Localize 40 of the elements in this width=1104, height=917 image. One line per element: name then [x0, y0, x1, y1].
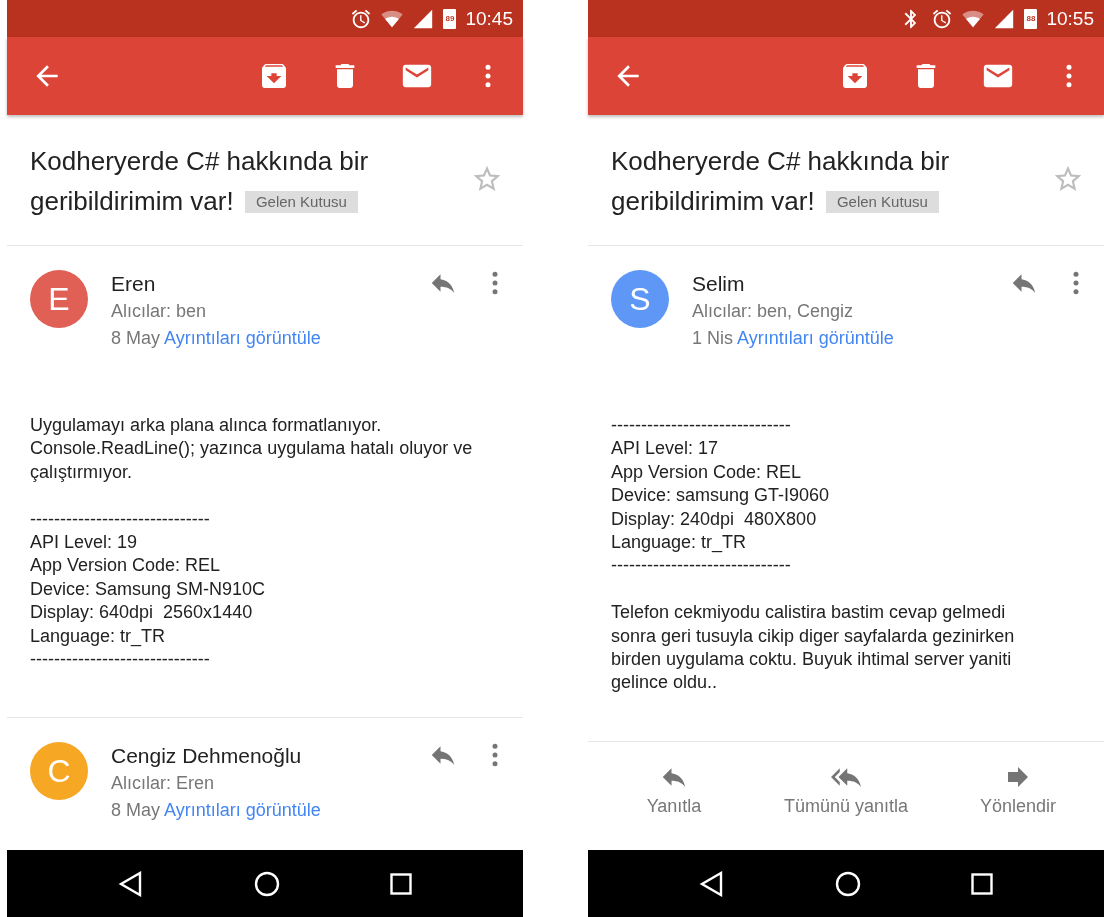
home-nav-icon[interactable] — [835, 870, 861, 897]
avatar: S — [611, 270, 669, 328]
message-paragraph: Telefon cekmiyodu calistira bastim cevap gelmedi sonra geri tusuyla cikip diger sayfalarda gezinirken birden uygulama coktu. Buyuk ihtimal server yaniti gelince oldu.. — [611, 601, 1016, 695]
alarm-icon — [350, 7, 373, 30]
signal-icon — [412, 7, 435, 30]
recents-nav-icon[interactable] — [971, 872, 993, 895]
status-time: 10:55 — [1046, 7, 1094, 30]
email-subject: Kodheryerde C# hakkında bir geribildirimim var! Gelen Kutusu — [30, 145, 370, 218]
home-nav-icon[interactable] — [254, 870, 280, 897]
sender-name: Eren — [111, 271, 157, 297]
sender-name: Selim — [692, 271, 746, 297]
signal-icon — [993, 7, 1016, 30]
recipients: Alıcılar: Eren — [111, 772, 216, 796]
battery-icon: 89 — [443, 8, 457, 29]
message-paragraph: ------------------------------ API Level: 17 App Version Code: REL Device: samsung GT-I9060 Display: 240dpi 480X800 Language: tr_TR ------------------------------ — [611, 414, 831, 578]
back-nav-icon[interactable] — [699, 870, 725, 897]
sender-name: Cengiz Dehmenoğlu — [111, 743, 303, 770]
reply-button[interactable]: Yanıtla — [588, 761, 760, 817]
recipients: Alıcılar: ben — [111, 300, 208, 323]
message-date: 1 Nis — [692, 328, 733, 348]
alarm-icon — [931, 7, 954, 30]
forward-button[interactable]: Yönlendir — [932, 761, 1104, 817]
avatar: E — [30, 270, 88, 328]
message-date: 8 May — [111, 800, 161, 821]
inbox-label: Gelen Kutusu — [825, 191, 939, 213]
inbox-label: Gelen Kutusu — [244, 191, 358, 213]
message-date: 8 May — [111, 328, 161, 348]
back-nav-icon[interactable] — [118, 870, 144, 897]
reply-all-button[interactable]: Tümünü yanıtla — [760, 761, 932, 817]
status-time: 10:45 — [465, 7, 513, 30]
recipients: Alıcılar: ben, Cengiz — [692, 300, 855, 323]
message-paragraph: Uygulamayı arka plana alınca formatlanıyor. Console.ReadLine(); yazınca uygulama hatalı oluyor ve çalıştırmıyor. — [30, 414, 474, 484]
email-subject: Kodheryerde C# hakkında bir geribildirimim var! Gelen Kutusu — [611, 145, 951, 218]
message-paragraph: ------------------------------ API Level: 19 App Version Code: REL Device: Samsung SM-N910C Display: 640dpi 2560x1440 Language: tr_TR ------------------------------ — [30, 507, 267, 672]
battery-icon: 88 — [1024, 8, 1038, 29]
recents-nav-icon[interactable] — [390, 872, 412, 895]
details-link[interactable]: Ayrıntıları görüntüle — [164, 800, 321, 821]
details-link[interactable]: Ayrıntıları görüntüle — [737, 328, 894, 348]
details-link[interactable]: Ayrıntıları görüntüle — [164, 328, 321, 348]
avatar: C — [30, 742, 88, 801]
